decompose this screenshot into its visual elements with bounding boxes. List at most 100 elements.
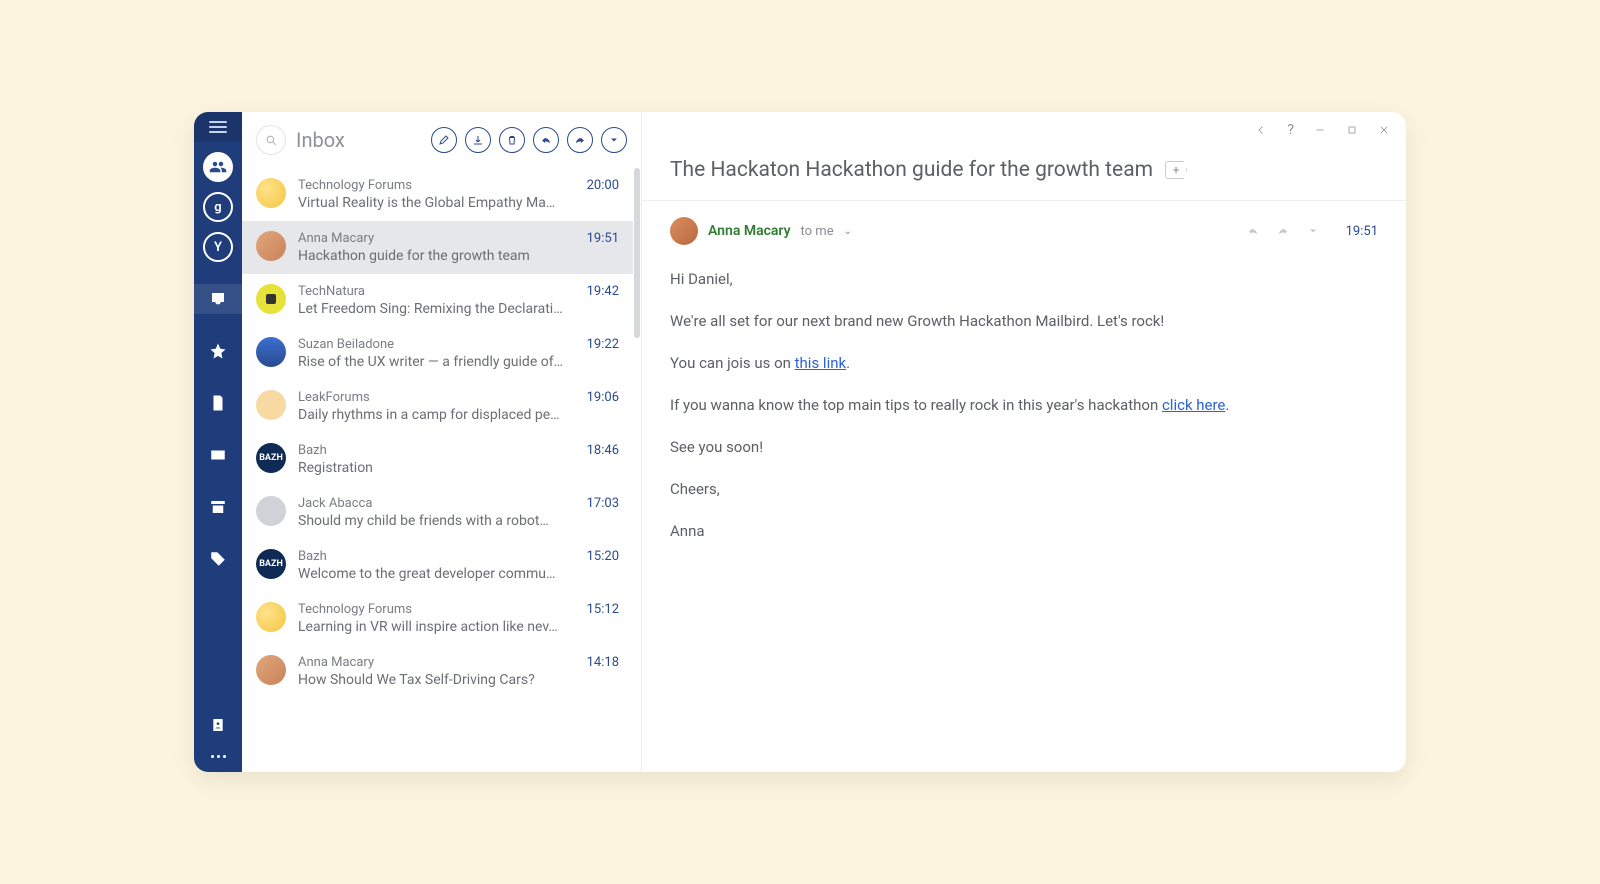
message-time: 19:42 xyxy=(587,284,619,299)
message-row[interactable]: TechNatura 19:42 Let Freedom Sing: Remixin… xyxy=(242,274,633,327)
more-actions-icon[interactable] xyxy=(1306,222,1320,241)
add-tag-button[interactable]: + xyxy=(1165,161,1187,179)
body-line: Hi Daniel, xyxy=(670,267,1378,291)
link-click-here[interactable]: click here xyxy=(1162,396,1225,414)
link-this-link[interactable]: this link xyxy=(795,354,846,372)
folder-title: Inbox xyxy=(296,128,345,152)
message-time: 15:20 xyxy=(587,549,619,564)
maximize-button[interactable] xyxy=(1346,124,1358,136)
message-time: 19:22 xyxy=(587,337,619,352)
back-button[interactable] xyxy=(1255,124,1267,136)
message-row[interactable]: Technology Forums 15:12 Learning in VR wil… xyxy=(242,592,633,645)
message-time: 14:18 xyxy=(587,655,619,670)
message-sender: Jack Abacca xyxy=(298,496,372,511)
message-subject: Let Freedom Sing: Remixing the Declarati… xyxy=(298,301,608,317)
sidebar: g Y xyxy=(194,112,242,772)
account-google[interactable]: g xyxy=(203,192,233,222)
message-row[interactable]: Suzan Beiladone 19:22 Rise of the UX write… xyxy=(242,327,633,380)
message-avatar xyxy=(256,178,286,208)
email-body: Hi Daniel, We're all set for our next br… xyxy=(642,245,1406,583)
message-sender: Bazh xyxy=(298,443,327,458)
nav-sent[interactable] xyxy=(194,440,242,470)
message-avatar xyxy=(256,390,286,420)
search-button[interactable] xyxy=(256,125,286,155)
body-line: See you soon! xyxy=(670,435,1378,459)
message-sender: Technology Forums xyxy=(298,178,412,193)
list-header: Inbox xyxy=(242,112,641,168)
body-line: If you wanna know the top main tips to r… xyxy=(670,393,1378,417)
compose-button[interactable] xyxy=(431,127,457,153)
message-sender: Technology Forums xyxy=(298,602,412,617)
message-sender: Anna Macary xyxy=(298,655,374,670)
message-row[interactable]: Anna Macary14:18How Should We Tax Self-D… xyxy=(242,645,633,698)
message-subject: Registration xyxy=(298,460,608,476)
expand-recipients-button[interactable]: ⌄ xyxy=(844,226,852,237)
message-time: 17:03 xyxy=(587,496,619,511)
more-apps-button[interactable] xyxy=(211,755,226,758)
toolbar xyxy=(431,127,627,153)
nav-drafts[interactable] xyxy=(194,388,242,418)
help-button[interactable]: ? xyxy=(1287,122,1294,138)
nav-inbox[interactable] xyxy=(194,284,242,314)
archive-button[interactable] xyxy=(465,127,491,153)
body-line: We're all set for our next brand new Gro… xyxy=(670,309,1378,333)
reading-pane: ? The Hackaton Hackathon guide for the g… xyxy=(642,112,1406,772)
message-sender: Suzan Beiladone xyxy=(298,337,394,352)
message-avatar xyxy=(256,284,286,314)
message-row[interactable]: Jack Abacca 17:03 Should my child be frien… xyxy=(242,486,633,539)
forward-button[interactable] xyxy=(567,127,593,153)
message-subject: Welcome to the great developer commu… xyxy=(298,566,608,582)
message-list: Technology Forums 20:00 Virtual Reality is… xyxy=(242,168,641,772)
message-row[interactable]: BAZH Bazh 15:20 Welcome to the great develo… xyxy=(242,539,633,592)
message-row[interactable]: LeakForums19:06Daily rhythms in a camp f… xyxy=(242,380,633,433)
message-time: 19:51 xyxy=(587,231,619,246)
forward-icon[interactable] xyxy=(1276,222,1290,241)
message-subject: Hackathon guide for the growth team xyxy=(298,248,608,264)
message-subject: Virtual Reality is the Global Empathy Ma… xyxy=(298,195,608,211)
body-line: Cheers, xyxy=(670,477,1378,501)
sender-avatar xyxy=(670,217,698,245)
message-avatar: BAZH xyxy=(256,549,286,579)
account-contacts[interactable] xyxy=(203,152,233,182)
message-time: 18:46 xyxy=(587,443,619,458)
reading-header: The Hackaton Hackathon guide for the gro… xyxy=(642,130,1406,201)
message-sender: Bazh xyxy=(298,549,327,564)
nav-tags[interactable] xyxy=(194,544,242,574)
body-line: Anna xyxy=(670,519,1378,543)
recipient-text: to me xyxy=(801,224,834,239)
sender-name: Anna Macary xyxy=(708,223,791,239)
delete-button[interactable] xyxy=(499,127,525,153)
message-time: 15:12 xyxy=(587,602,619,617)
message-subject: Should my child be friends with a robot… xyxy=(298,513,608,529)
email-subject: The Hackaton Hackathon guide for the gro… xyxy=(670,158,1153,182)
message-row[interactable]: Technology Forums 20:00 Virtual Reality is… xyxy=(242,168,633,221)
reply-icon[interactable] xyxy=(1246,222,1260,241)
message-list-column: Inbox Technology Forums 20:00 Virtual Real… xyxy=(242,112,642,772)
message-avatar xyxy=(256,602,286,632)
message-avatar xyxy=(256,337,286,367)
minimize-button[interactable] xyxy=(1314,124,1326,136)
reply-button[interactable] xyxy=(533,127,559,153)
message-avatar xyxy=(256,231,286,261)
message-sender: TechNatura xyxy=(298,284,365,299)
more-button[interactable] xyxy=(601,127,627,153)
message-avatar xyxy=(256,655,286,685)
menu-button[interactable] xyxy=(194,112,242,142)
email-meta: Anna Macary to me ⌄ 19:51 xyxy=(642,201,1406,245)
message-sender: LeakForums xyxy=(298,390,370,405)
body-line: You can jois us on this link. xyxy=(670,351,1378,375)
email-actions: 19:51 xyxy=(1246,222,1378,241)
addressbook-icon[interactable] xyxy=(210,717,226,737)
email-time: 19:51 xyxy=(1346,224,1378,239)
account-yahoo[interactable]: Y xyxy=(203,232,233,262)
message-row[interactable]: Anna Macary19:51Hackathon guide for the … xyxy=(242,221,633,274)
message-row[interactable]: BAZHBazh18:46Registration xyxy=(242,433,633,486)
nav xyxy=(194,284,242,574)
scrollbar[interactable] xyxy=(634,168,640,338)
message-time: 20:00 xyxy=(587,178,619,193)
close-button[interactable] xyxy=(1378,124,1390,136)
nav-archive[interactable] xyxy=(194,492,242,522)
message-subject: Rise of the UX writer — a friendly guide… xyxy=(298,354,608,370)
nav-starred[interactable] xyxy=(194,336,242,366)
message-subject: Learning in VR will inspire action like … xyxy=(298,619,608,635)
